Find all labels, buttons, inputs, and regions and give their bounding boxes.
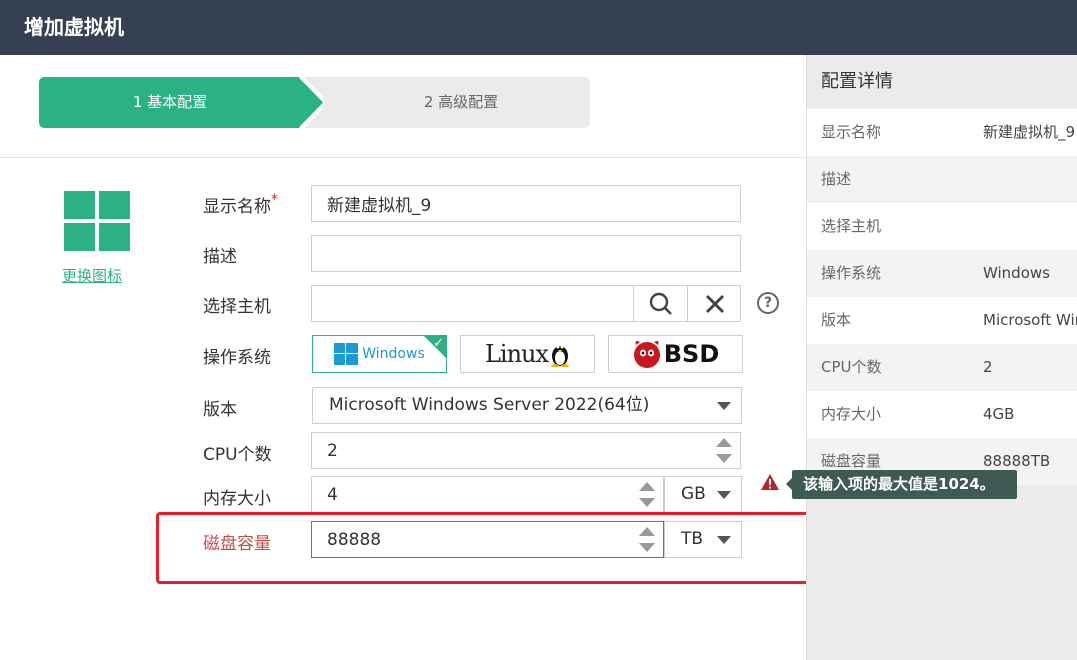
step-basic-config[interactable]: 1 基本配置: [39, 77, 324, 128]
memory-unit-value: GB: [681, 484, 706, 504]
windows-logo-icon: [64, 191, 130, 251]
tux-penguin-icon: [551, 345, 570, 367]
os-option-linux-label: Linux: [484, 340, 549, 368]
step-basic-label: 1 基本配置: [132, 93, 208, 111]
chevron-down-icon: [717, 491, 731, 499]
host-label: 选择主机: [203, 297, 271, 317]
step-advanced-label: 2 高级配置: [423, 93, 499, 111]
memory-stepper: [311, 476, 664, 513]
change-icon-link[interactable]: 更换图标: [62, 265, 122, 286]
display-name-label: 显示名称*: [203, 192, 278, 217]
description-label: 描述: [203, 247, 237, 267]
search-icon: [649, 292, 672, 315]
memory-unit-select[interactable]: GB: [664, 476, 742, 513]
cpu-label: CPU个数: [203, 445, 272, 465]
disk-error-tooltip: 该输入项的最大值是1024。: [786, 470, 1017, 499]
chevron-down-icon: [717, 402, 731, 410]
main-panel: 1 基本配置 2 高级配置 更换图标 显示名称* 描述 选择主机: [0, 55, 1029, 660]
detail-row: 描述: [807, 156, 1077, 203]
detail-row: CPU个数 2: [807, 344, 1077, 391]
cpu-input[interactable]: [312, 433, 740, 468]
detail-row: 操作系统 Windows: [807, 250, 1077, 297]
dialog-title: 增加虚拟机: [0, 0, 1077, 55]
version-value: Microsoft Windows Server 2022(64位): [329, 395, 650, 415]
windows-logo-icon: [334, 343, 359, 365]
detail-title: 配置详情: [807, 55, 1077, 109]
config-detail-panel: 配置详情 显示名称 新建虚拟机_9 描述 选择主机 操作系统 Windows 版本 M…: [806, 55, 1077, 660]
cpu-stepper: [311, 432, 741, 469]
os-option-windows[interactable]: Windows ✓: [312, 335, 447, 373]
close-icon: [705, 294, 724, 313]
warning-icon: [760, 473, 780, 495]
wizard-steps: 1 基本配置 2 高级配置: [0, 55, 806, 158]
description-input[interactable]: [311, 235, 741, 272]
host-clear-button[interactable]: [687, 286, 741, 321]
host-input[interactable]: [312, 286, 633, 321]
detail-row: 显示名称 新建虚拟机_9: [807, 109, 1077, 156]
memory-input[interactable]: [312, 477, 663, 512]
display-name-input[interactable]: [311, 185, 741, 222]
memory-spin-buttons[interactable]: [639, 480, 655, 509]
required-mark: *: [271, 192, 278, 208]
bsd-daemon-icon: [633, 341, 660, 368]
host-picker: [311, 285, 741, 322]
version-label: 版本: [203, 400, 237, 420]
step-advanced-config[interactable]: 2 高级配置: [302, 77, 590, 128]
detail-row: 版本Microsoft Windows Server 2022(64位): [807, 297, 1077, 344]
host-search-button[interactable]: [633, 286, 687, 321]
check-icon: ✓: [433, 336, 444, 351]
os-option-windows-label: Windows: [362, 346, 425, 362]
os-option-bsd[interactable]: BSD: [608, 335, 743, 373]
os-option-linux[interactable]: Linux: [460, 335, 595, 373]
os-option-bsd-label: BSD: [663, 340, 720, 368]
os-label: 操作系统: [203, 348, 271, 368]
help-icon[interactable]: ?: [757, 292, 779, 314]
detail-row: 选择主机: [807, 203, 1077, 250]
version-select[interactable]: Microsoft Windows Server 2022(64位): [312, 387, 742, 424]
detail-row: 内存大小 4GB: [807, 391, 1077, 438]
memory-label: 内存大小: [203, 489, 271, 509]
cpu-spin-buttons[interactable]: [716, 436, 732, 465]
